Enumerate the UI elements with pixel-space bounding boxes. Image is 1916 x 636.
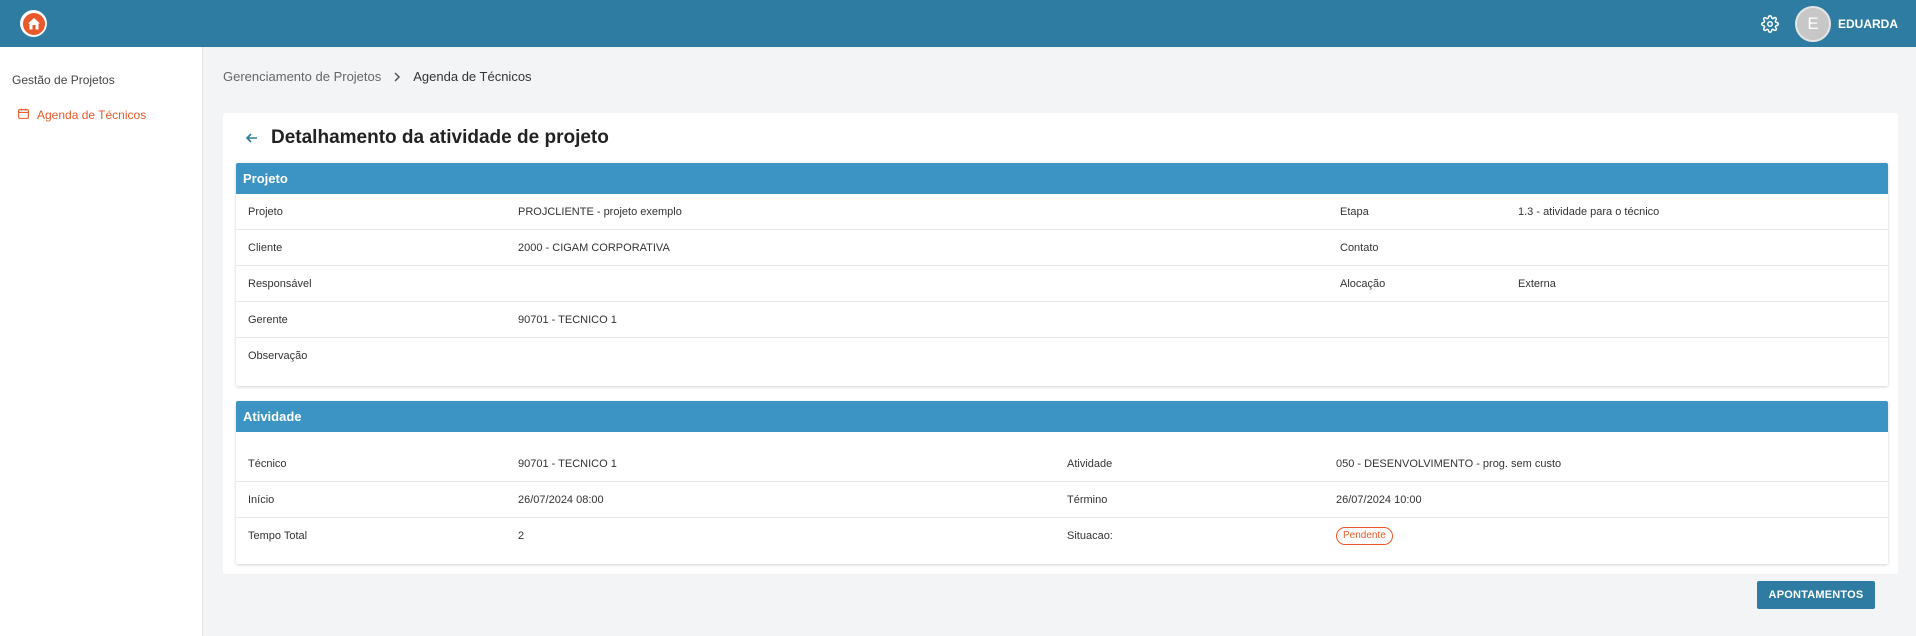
field-label: Tempo Total (248, 529, 308, 542)
field-label: Término (1067, 493, 1108, 506)
field-label: Etapa (1340, 205, 1369, 218)
top-bar: E EDUARDA (0, 0, 1916, 47)
apontamentos-button[interactable]: APONTAMENTOS (1757, 581, 1875, 609)
logo-icon (22, 12, 45, 35)
status-cell: Pendente (1336, 518, 1393, 553)
atividade-section-header: Atividade (236, 401, 1888, 432)
calendar-icon (17, 107, 30, 123)
back-arrow-icon[interactable] (243, 129, 261, 147)
breadcrumb-parent-link[interactable]: Gerenciamento de Projetos (223, 69, 381, 84)
field-label: Responsável (248, 277, 312, 290)
atividade-section: Atividade Técnico 90701 - TECNICO 1 Ativ… (236, 401, 1888, 564)
field-label: Gerente (248, 313, 288, 326)
field-value: 90701 - TECNICO 1 (518, 313, 617, 326)
chevron-right-icon (392, 71, 402, 82)
field-label: Cliente (248, 241, 283, 254)
field-label: Projeto (248, 205, 283, 218)
field-value: PROJCLIENTE - projeto exemplo (518, 205, 682, 218)
sidebar-item-label: Agenda de Técnicos (37, 108, 147, 122)
detail-card: Detalhamento da atividade de projeto Pro… (223, 113, 1898, 574)
breadcrumb-current: Agenda de Técnicos (413, 69, 532, 84)
field-label: Alocação (1340, 277, 1386, 290)
settings-gear-icon[interactable] (1759, 13, 1781, 35)
field-value: 2 (518, 529, 525, 542)
field-value: 1.3 - atividade para o técnico (1518, 205, 1660, 218)
username-label: EDUARDA (1838, 16, 1898, 31)
table-row: Gerente 90701 - TECNICO 1 (236, 302, 1888, 338)
field-label: Técnico (248, 457, 287, 470)
user-menu[interactable]: E EDUARDA (1795, 5, 1898, 42)
sidebar: Gestão de Projetos Agenda de Técnicos (0, 47, 203, 636)
field-value: 050 - DESENVOLVIMENTO - prog. sem custo (1336, 457, 1562, 470)
field-label: Situacao: (1067, 529, 1113, 542)
field-value: Externa (1518, 277, 1556, 290)
field-value: 26/07/2024 10:00 (1336, 493, 1422, 506)
app-logo[interactable] (20, 10, 47, 37)
table-row: Projeto PROJCLIENTE - projeto exemplo Et… (236, 194, 1888, 230)
avatar: E (1795, 5, 1831, 42)
field-label: Início (248, 493, 275, 506)
field-label: Atividade (1067, 457, 1113, 470)
table-row: Observação (236, 338, 1888, 386)
table-row: Técnico 90701 - TECNICO 1 Atividade 050 … (236, 446, 1888, 482)
field-value: 2000 - CIGAM CORPORATIVA (518, 241, 670, 254)
table-row: Início 26/07/2024 08:00 Término 26/07/20… (236, 482, 1888, 518)
table-row: Cliente 2000 - CIGAM CORPORATIVA Contato (236, 230, 1888, 266)
page-title: Detalhamento da atividade de projeto (271, 127, 609, 148)
field-value: 26/07/2024 08:00 (518, 493, 604, 506)
breadcrumb: Gerenciamento de Projetos Agenda de Técn… (223, 69, 532, 84)
projeto-section-header: Projeto (236, 163, 1888, 194)
status-badge: Pendente (1336, 526, 1393, 545)
sidebar-section-title: Gestão de Projetos (12, 73, 115, 87)
sidebar-item-agenda-tecnicos[interactable]: Agenda de Técnicos (17, 107, 146, 123)
field-label: Observação (248, 349, 308, 362)
field-label: Contato (1340, 241, 1379, 254)
field-value: 90701 - TECNICO 1 (518, 457, 617, 470)
table-row: Responsável Alocação Externa (236, 266, 1888, 302)
projeto-section: Projeto Projeto PROJCLIENTE - projeto ex… (236, 163, 1888, 386)
table-row: Tempo Total 2 Situacao: Pendente (236, 518, 1888, 564)
